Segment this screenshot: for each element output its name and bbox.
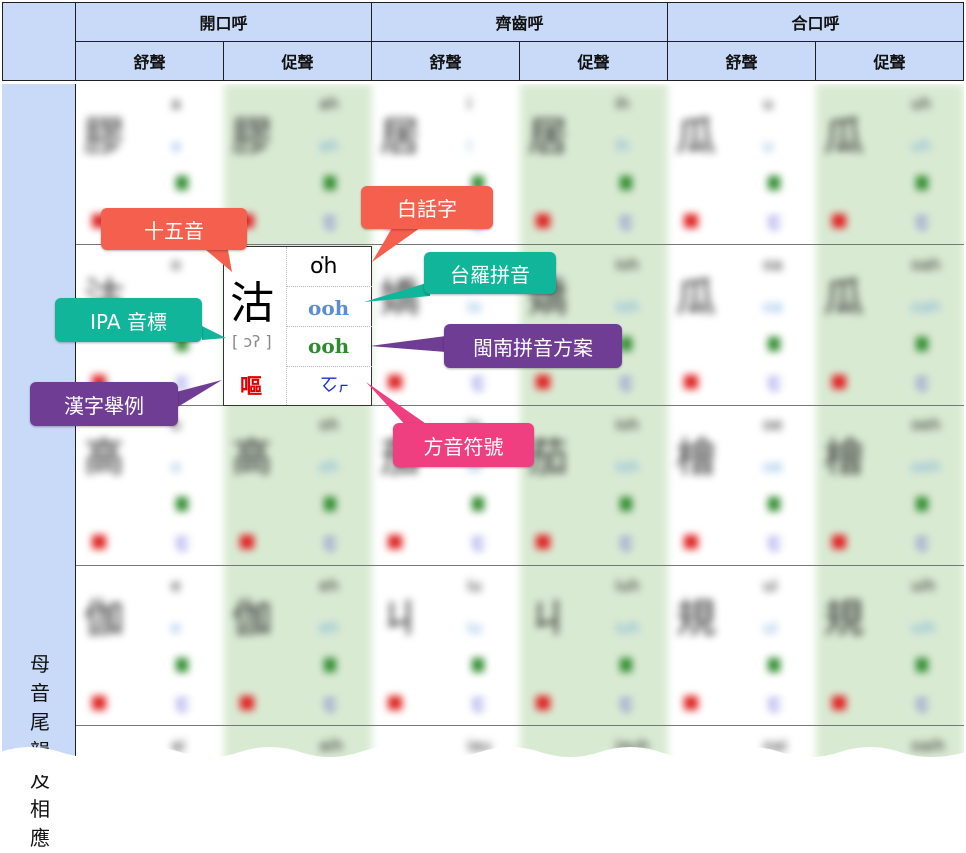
callout-tailo: 台羅拼音 [424,252,556,294]
pointer-example [176,380,222,408]
pointer-poj [372,228,420,262]
callout-fifteen-sounds: 十五音 [101,208,247,250]
pointer-ipa [202,326,226,340]
pointer-bp [370,336,446,352]
pointer-fifteen [206,250,232,272]
callout-example: 漢字舉例 [30,382,178,426]
callout-ipa: IPA 音標 [55,298,202,342]
callout-zhuyin: 方音符號 [393,423,534,467]
pointer-tailo [364,282,430,302]
callout-poj: 白話字 [361,186,493,229]
callout-bp: 閩南拼音方案 [444,324,622,368]
torn-edge [0,747,966,775]
pointer-zhuyin [366,382,432,428]
